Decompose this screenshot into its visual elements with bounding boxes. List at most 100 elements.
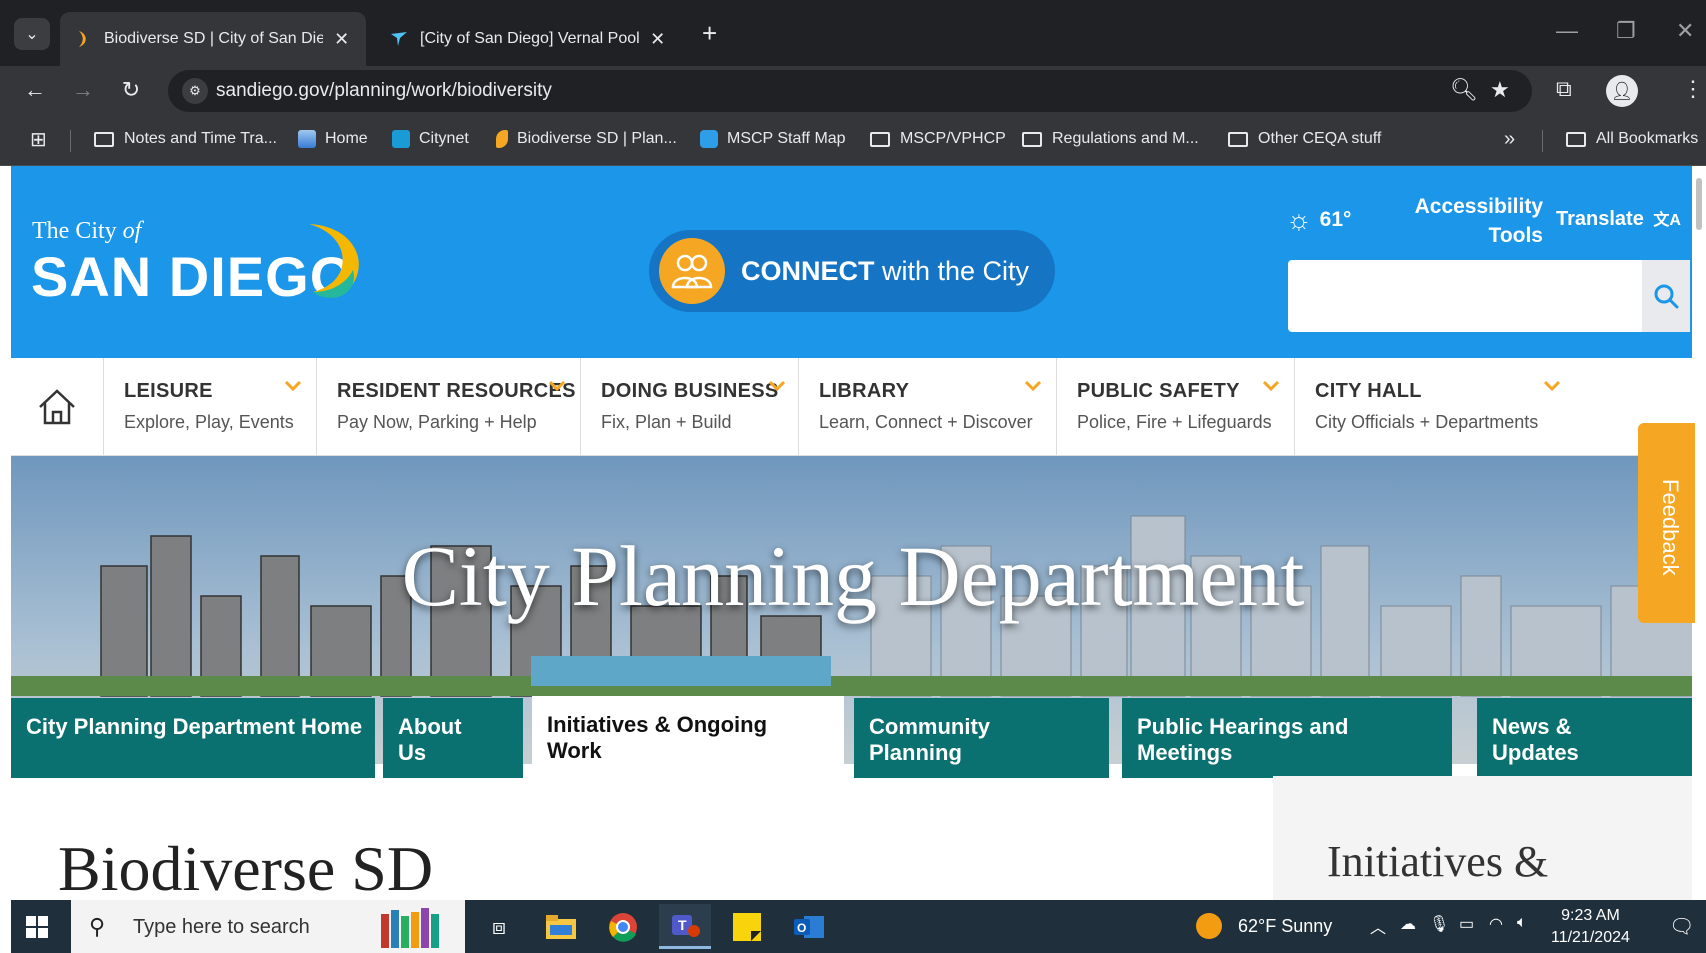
accessibility-tools-link[interactable]: Accessibility Tools bbox=[1397, 192, 1543, 250]
volume-icon[interactable]: 🔈︎ bbox=[1517, 914, 1527, 932]
outlook-icon[interactable]: O bbox=[783, 904, 835, 949]
apps-grid-icon[interactable]: ⊞ bbox=[30, 127, 47, 152]
page-title: Biodiverse SD bbox=[58, 833, 434, 900]
address-bar[interactable]: ⚙ sandiego.gov/planning/work/biodiversit… bbox=[168, 70, 1532, 112]
back-icon[interactable]: ← bbox=[20, 77, 50, 103]
logo-city-of[interactable]: The City of bbox=[32, 218, 141, 245]
feedback-tab[interactable]: Feedback bbox=[1638, 423, 1695, 623]
scrollbar-thumb[interactable] bbox=[1696, 178, 1702, 230]
search-icon bbox=[1654, 284, 1679, 309]
bookmark-home[interactable]: Home bbox=[298, 130, 368, 148]
chevron-down-icon bbox=[284, 380, 302, 392]
nav-title: LIBRARY bbox=[819, 380, 910, 402]
nav-resident-resources[interactable]: RESIDENT RESOURCES Pay Now, Parking + He… bbox=[317, 358, 581, 456]
feedback-label: Feedback bbox=[1658, 479, 1683, 576]
tab-search-button[interactable]: ⌄ bbox=[14, 18, 50, 50]
connect-label: CONNECT with the City bbox=[741, 256, 1029, 287]
teams-icon[interactable]: T bbox=[659, 904, 711, 949]
windows-logo-icon bbox=[26, 915, 48, 938]
subnav-public-hearings[interactable]: Public Hearings and Meetings bbox=[1122, 698, 1452, 778]
taskbar-search-box[interactable]: ⚲ Type here to search bbox=[71, 900, 465, 953]
onedrive-icon[interactable]: ☁ bbox=[1400, 914, 1416, 934]
nav-city-hall[interactable]: CITY HALL City Officials + Departments bbox=[1295, 358, 1695, 456]
city-sun-logo-icon bbox=[309, 224, 359, 298]
close-icon[interactable]: ✕ bbox=[647, 29, 668, 50]
tab-vernal-pool[interactable]: [City of San Diego] Vernal Pool ✕ bbox=[376, 12, 682, 66]
subnav-community-planning[interactable]: Community Planning bbox=[854, 698, 1109, 778]
browser-toolbar: ← → ↻ ⚙ sandiego.gov/planning/work/biodi… bbox=[0, 66, 1706, 116]
bookmark-mscp-staff-map[interactable]: MSCP Staff Map bbox=[700, 130, 846, 148]
main-navigation: LEISURE Explore, Play, Events RESIDENT R… bbox=[11, 358, 1695, 456]
nav-leisure[interactable]: LEISURE Explore, Play, Events bbox=[104, 358, 317, 456]
zoom-icon[interactable]: 🔍︎ bbox=[1450, 77, 1478, 103]
a11y-line1: Accessibility bbox=[1414, 195, 1543, 218]
window-close-icon[interactable]: ✕ bbox=[1676, 18, 1694, 44]
microphone-icon[interactable]: 🎙︎ bbox=[1429, 914, 1449, 934]
browser-tab-bar: ⌄ Biodiverse SD | City of San Dieg ✕ [Ci… bbox=[0, 0, 1706, 66]
a11y-line2: Tools bbox=[1488, 224, 1543, 247]
chevron-down-icon bbox=[768, 380, 786, 392]
bookmark-star-icon[interactable]: ★ bbox=[1490, 77, 1510, 103]
bookmark-other-ceqa[interactable]: Other CEQA stuff bbox=[1228, 130, 1381, 148]
home-button[interactable] bbox=[11, 358, 104, 456]
sticky-notes-icon[interactable] bbox=[721, 904, 773, 949]
restore-icon[interactable]: ❐ bbox=[1616, 18, 1636, 44]
nav-subtitle: Pay Now, Parking + Help bbox=[337, 412, 537, 432]
new-tab-button[interactable]: + bbox=[702, 20, 717, 46]
close-icon[interactable]: ✕ bbox=[331, 29, 352, 50]
battery-icon[interactable]: ▭ bbox=[1459, 914, 1474, 934]
tab-title: [City of San Diego] Vernal Pool bbox=[420, 30, 640, 47]
minimize-icon[interactable]: — bbox=[1556, 18, 1578, 44]
tray-weather[interactable]: 62°F Sunny bbox=[1238, 916, 1332, 937]
bird-favicon-icon bbox=[391, 32, 407, 46]
svg-text:T: T bbox=[678, 917, 687, 933]
connect-with-city-button[interactable]: CONNECT with the City bbox=[649, 230, 1055, 312]
bookmark-regulations[interactable]: Regulations and M... bbox=[1022, 130, 1199, 148]
subnav-news-updates[interactable]: News & Updates bbox=[1477, 698, 1695, 778]
connect-rest-text: with the City bbox=[874, 255, 1030, 286]
books-icon bbox=[381, 908, 439, 948]
profile-icon[interactable]: 👤︎ bbox=[1606, 75, 1638, 107]
forward-icon[interactable]: → bbox=[68, 77, 98, 103]
wifi-icon[interactable]: ◠ bbox=[1489, 914, 1503, 934]
folder-icon bbox=[1566, 131, 1586, 147]
nav-library[interactable]: LIBRARY Learn, Connect + Discover bbox=[799, 358, 1057, 456]
bookmark-mscp-vphcp[interactable]: MSCP/VPHCP bbox=[870, 130, 1006, 148]
menu-icon[interactable]: ⋮ bbox=[1682, 76, 1704, 102]
reload-icon[interactable]: ↻ bbox=[116, 77, 146, 103]
nav-doing-business[interactable]: DOING BUSINESS Fix, Plan + Build bbox=[581, 358, 799, 456]
notifications-icon[interactable]: 🗨︎ bbox=[1669, 914, 1694, 939]
subnav-about-us[interactable]: About Us bbox=[383, 698, 523, 778]
search-button[interactable] bbox=[1642, 260, 1690, 332]
subnav-department-home[interactable]: City Planning Department Home bbox=[11, 698, 375, 778]
site-search-input[interactable] bbox=[1288, 260, 1690, 332]
start-button[interactable] bbox=[11, 900, 63, 953]
file-explorer-icon[interactable] bbox=[535, 904, 587, 949]
bookmarks-divider bbox=[70, 130, 71, 152]
bookmark-citynet[interactable]: Citynet bbox=[392, 130, 469, 148]
task-view-icon[interactable]: ⧈ bbox=[473, 904, 525, 949]
weather-tray-icon[interactable] bbox=[1196, 913, 1222, 939]
tab-biodiverse-sd[interactable]: Biodiverse SD | City of San Dieg ✕ bbox=[60, 12, 366, 66]
url-text[interactable]: sandiego.gov/planning/work/biodiversity bbox=[216, 80, 552, 102]
more-bookmarks-button[interactable]: » bbox=[1504, 128, 1515, 151]
nav-public-safety[interactable]: PUBLIC SAFETY Police, Fire + Lifeguards bbox=[1057, 358, 1295, 456]
nav-title: CITY HALL bbox=[1315, 380, 1422, 402]
extensions-icon[interactable]: ⧉ bbox=[1556, 76, 1572, 102]
subnav-initiatives[interactable]: Initiatives & Ongoing Work bbox=[532, 696, 844, 778]
bookmarks-divider bbox=[1542, 130, 1543, 152]
bookmark-notes-and-time[interactable]: Notes and Time Tra... bbox=[94, 130, 277, 148]
clock-time: 9:23 AM bbox=[1561, 907, 1620, 924]
nav-subtitle: Fix, Plan + Build bbox=[601, 412, 732, 432]
chevron-down-icon bbox=[548, 380, 566, 392]
chrome-icon[interactable] bbox=[597, 904, 649, 949]
site-info-icon[interactable]: ⚙ bbox=[182, 78, 208, 104]
nav-title: RESIDENT RESOURCES bbox=[337, 380, 576, 402]
citynet-favicon-icon bbox=[392, 130, 410, 148]
department-subnav: City Planning Department Home About Us I… bbox=[11, 696, 1695, 778]
bookmark-biodiverse-sd[interactable]: Biodiverse SD | Plan... bbox=[496, 130, 677, 148]
all-bookmarks[interactable]: All Bookmarks bbox=[1566, 130, 1698, 148]
translate-link[interactable]: Translate 文A bbox=[1556, 206, 1681, 231]
system-clock[interactable]: 9:23 AM 11/21/2024 bbox=[1551, 905, 1630, 949]
show-hidden-icons-icon[interactable]: ︿ bbox=[1370, 914, 1386, 938]
